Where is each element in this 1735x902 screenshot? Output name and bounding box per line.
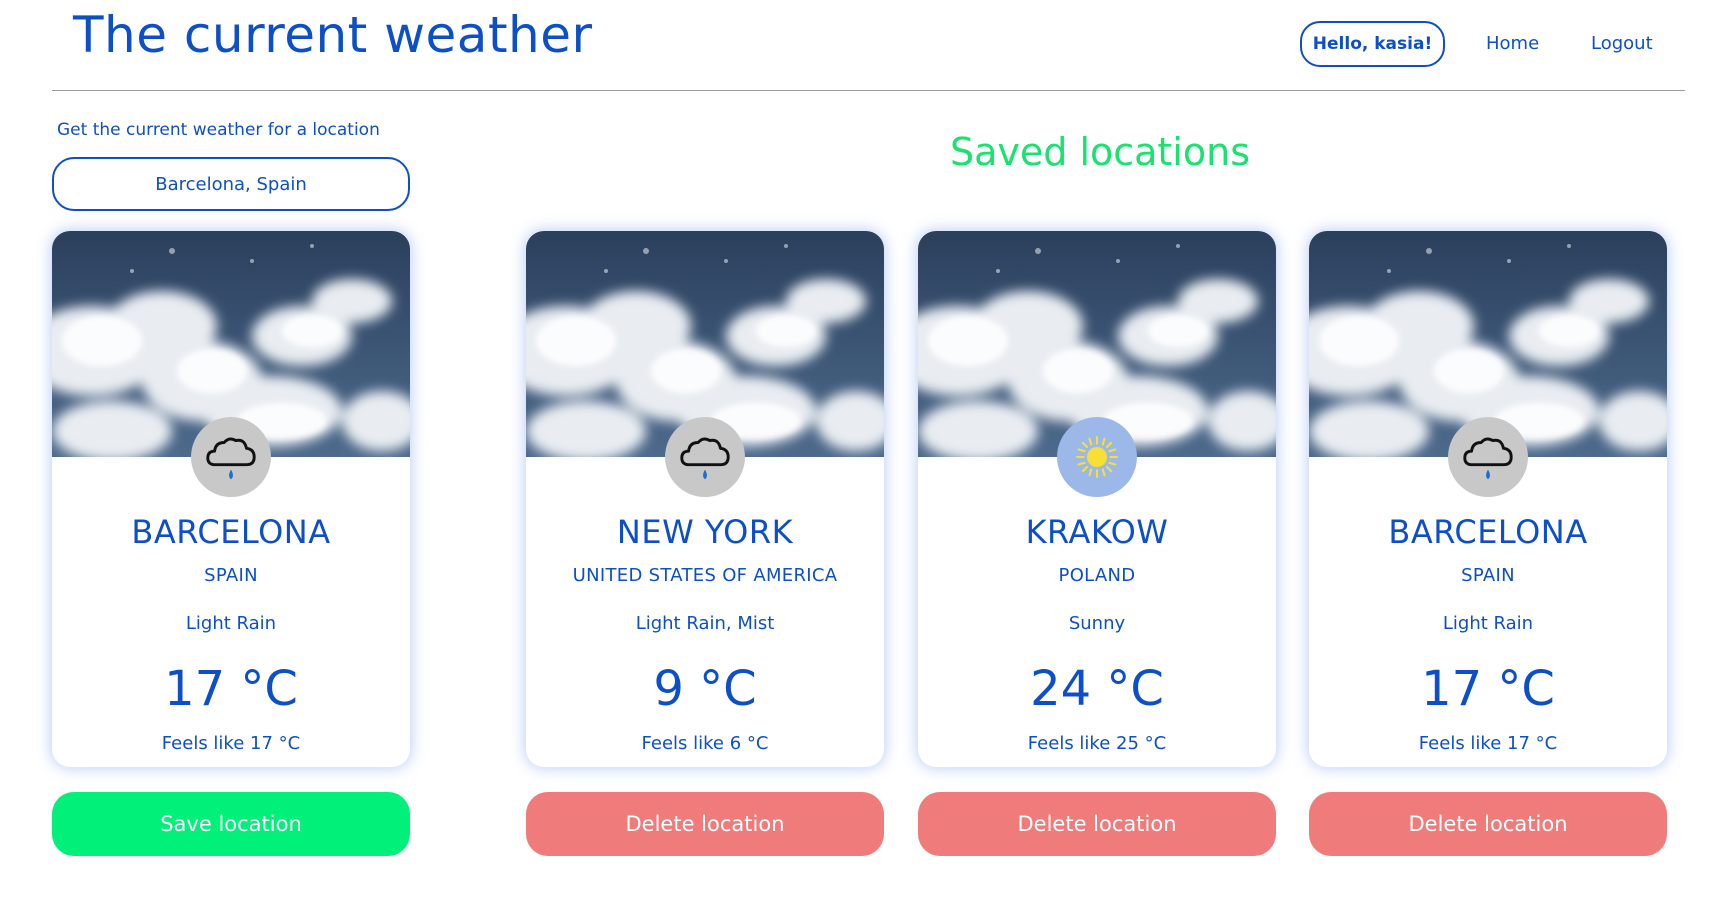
- city-name: BARCELONA: [131, 513, 331, 551]
- user-greeting-badge[interactable]: Hello, kasia!: [1300, 21, 1445, 67]
- city-name: NEW YORK: [616, 513, 794, 551]
- temperature: 17 °C: [164, 661, 298, 717]
- saved-location-card: BARCELONA SPAIN Light Rain 17 °C Feels l…: [1309, 231, 1667, 767]
- save-location-button[interactable]: Save location: [52, 792, 410, 856]
- feels-like: Feels like 17 °C: [1418, 733, 1558, 754]
- city-name: BARCELONA: [1388, 513, 1588, 551]
- rain-cloud-icon: [665, 417, 745, 497]
- delete-location-button[interactable]: Delete location: [918, 792, 1276, 856]
- rain-cloud-icon: [191, 417, 271, 497]
- saved-locations-heading: Saved locations: [949, 130, 1251, 174]
- nav-home-link[interactable]: Home: [1486, 33, 1539, 54]
- weather-condition: Light Rain: [185, 613, 277, 634]
- saved-location-card: KRAKOW POLAND Sunny 24 °C Feels like 25 …: [918, 231, 1276, 767]
- country-name: POLAND: [1058, 565, 1136, 586]
- saved-location-card: NEW YORK UNITED STATES OF AMERICA Light …: [526, 231, 884, 767]
- weather-condition: Sunny: [1068, 613, 1126, 634]
- country-name: UNITED STATES OF AMERICA: [572, 565, 838, 586]
- weather-condition: Light Rain, Mist: [635, 613, 775, 634]
- country-name: SPAIN: [204, 565, 258, 586]
- feels-like: Feels like 25 °C: [1027, 733, 1167, 754]
- top-nav: Hello, kasia! Home Logout: [0, 20, 1735, 70]
- sun-icon: [1057, 417, 1137, 497]
- temperature: 24 °C: [1030, 661, 1164, 717]
- header-divider: [52, 90, 1685, 91]
- weather-condition: Light Rain: [1442, 613, 1534, 634]
- delete-location-button[interactable]: Delete location: [526, 792, 884, 856]
- temperature: 17 °C: [1421, 661, 1555, 717]
- location-search-input[interactable]: [52, 157, 410, 211]
- nav-logout-link[interactable]: Logout: [1591, 33, 1653, 54]
- search-label: Get the current weather for a location: [57, 120, 380, 140]
- city-name: KRAKOW: [1025, 513, 1169, 551]
- country-name: SPAIN: [1461, 565, 1515, 586]
- current-weather-card: BARCELONA SPAIN Light Rain 17 °C Feels l…: [52, 231, 410, 767]
- feels-like: Feels like 6 °C: [641, 733, 769, 754]
- feels-like: Feels like 17 °C: [161, 733, 301, 754]
- rain-cloud-icon: [1448, 417, 1528, 497]
- delete-location-button[interactable]: Delete location: [1309, 792, 1667, 856]
- temperature: 9 °C: [653, 661, 757, 717]
